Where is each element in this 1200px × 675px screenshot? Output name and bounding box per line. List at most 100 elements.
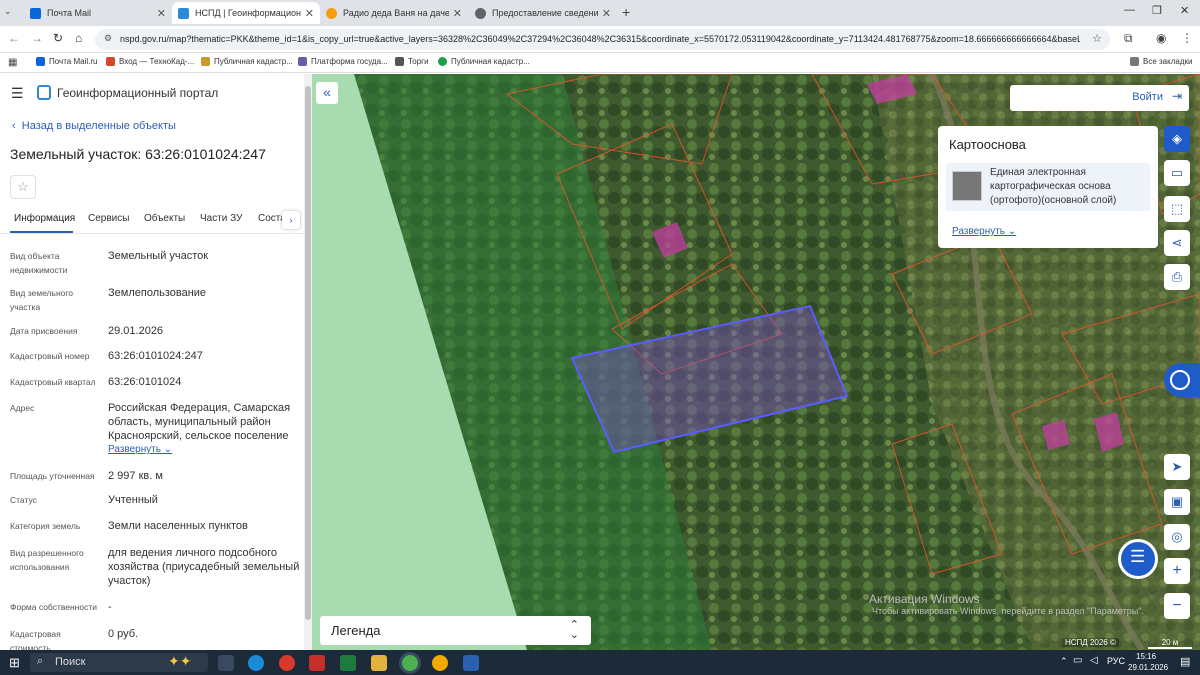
chat-button[interactable]: ☰ [1118,539,1158,579]
site-info-icon[interactable]: ⚙ [104,33,112,44]
hamburger-menu-icon[interactable]: ☰ [11,85,24,102]
tab-list-chevron-icon[interactable]: ⌄ [4,6,12,17]
measure-ruler-icon[interactable]: ▭ [1164,160,1190,186]
zoom-area-icon[interactable]: ⬚ [1164,196,1190,222]
tabs-scroll-right-icon[interactable]: › [282,211,300,229]
print-icon[interactable]: ⎙ [1164,264,1190,290]
search-label: Поиск [55,656,86,668]
field-value: 29.01.2026 [108,325,164,337]
basemap-option[interactable]: Единая электронная картографическая осно… [946,163,1150,211]
bookmark-star-icon[interactable]: ☆ [1092,32,1102,45]
bookmark-item[interactable]: Торги [395,57,429,66]
legend-label: Легенда [331,623,381,638]
field-value: 0 руб. [108,628,139,640]
volume-icon[interactable]: ◁ [1090,655,1098,666]
map-view[interactable]: « Войти ⇥ Картооснова Единая электронная… [312,74,1200,650]
file-explorer-icon[interactable] [371,655,387,671]
panel-scroll-thumb[interactable] [305,86,311,620]
basemap-title: Картооснова [949,137,1026,152]
active-tab-indicator [10,231,73,233]
zoom-out-icon[interactable]: − [1164,593,1190,619]
profile-icon[interactable]: ◉ [1156,31,1166,45]
assistant-tab[interactable] [1164,363,1200,397]
notifications-icon[interactable]: ▤ [1180,655,1190,668]
back-link[interactable]: ‹ Назад в выделенные объекты [12,120,176,132]
bookmark-item[interactable]: Почта Mail.ru [36,57,97,66]
copyright-label: НСПД 2026 © [1062,638,1119,647]
tab-nspd[interactable]: НСПД | Геоинформационный ✕ [172,2,320,24]
url-field[interactable]: ⚙ nspd.gov.ru/map?thematic=PKK&theme_id=… [95,29,1110,50]
info-tabs: Информация Сервисы Объекты Части ЗУ Сост… [0,208,312,234]
extensions-icon[interactable]: ⧉ [1124,31,1133,46]
sort-chevrons-icon: ⌃ ⌄ [569,619,579,641]
tab-objects[interactable]: Объекты [144,213,185,224]
bookmark-item[interactable]: Платформа госуда... [298,57,388,66]
login-button[interactable]: Войти ⇥ [1010,85,1189,111]
minimize-icon[interactable]: — [1124,4,1135,16]
bookmark-item[interactable]: Вход — ТехноКад-... [106,57,194,66]
address-bar-row: ← → ↻ ⌂ ⚙ nspd.gov.ru/map?thematic=PKK&t… [0,26,1200,53]
app-icon[interactable] [309,655,325,671]
reload-icon[interactable]: ↻ [53,31,63,45]
tab-radio[interactable]: Радио деда Ваня на даче слуш ✕ [320,2,468,24]
close-tab-icon[interactable]: ✕ [157,7,166,20]
legend-bar[interactable]: Легенда ⌃ ⌄ [320,616,591,645]
home-icon[interactable]: ⌂ [75,31,82,45]
bookmark-item[interactable]: Публичная кадастр... [438,57,530,66]
tab-services[interactable]: Предоставление сведений из ✕ [469,2,617,24]
windows-taskbar: ⊞ ⌕ Поиск ✦✦ ⌃ ▭ ◁ РУС 15:16 29.01.2026 … [0,650,1200,675]
tab-services[interactable]: Сервисы [88,213,129,224]
address-expand-link[interactable]: Развернуть ⌄ [108,444,172,455]
layers-icon[interactable]: ◈ [1164,126,1190,152]
favorite-star-icon[interactable]: ☆ [10,175,36,199]
share-icon[interactable]: ⋖ [1164,230,1190,256]
portal-title: Геоинформационный портал [57,86,219,100]
radio-favicon-icon [326,7,337,19]
tray-chevron-icon[interactable]: ⌃ [1060,656,1068,667]
new-tab-plus-icon[interactable]: + [622,4,630,20]
close-tab-icon[interactable]: ✕ [453,7,462,20]
back-arrow-icon[interactable]: ← [8,31,20,45]
collapse-panel-icon[interactable]: « [316,82,338,104]
field-label: Категория земель [10,521,81,531]
close-tab-icon[interactable]: ✕ [305,7,314,20]
mail-favicon-icon [30,7,41,19]
forward-arrow-icon[interactable]: → [31,31,43,45]
edge-icon[interactable] [248,655,264,671]
chevron-down-icon: ⌄ [163,444,173,455]
chrome-icon[interactable] [402,655,418,671]
network-icon[interactable]: ▭ [1073,655,1082,666]
clock-time[interactable]: 15:16 [1136,652,1156,661]
field-label: Кадастровый номер [10,351,90,361]
clock-date[interactable]: 29.01.2026 [1128,663,1168,672]
tab-parts[interactable]: Части ЗУ [200,213,242,224]
tab-mail[interactable]: Почта Mail ✕ [24,2,172,24]
login-icon: ⇥ [1171,89,1182,103]
navigate-arrow-icon[interactable]: ➤ [1164,454,1190,480]
media-player-icon[interactable] [432,655,448,671]
word-icon[interactable] [463,655,479,671]
zoom-in-icon[interactable]: + [1164,558,1190,584]
language-indicator[interactable]: РУС [1107,656,1125,666]
yandex-icon[interactable] [279,655,295,671]
tab-information[interactable]: Информация [14,213,75,224]
tab-title: Предоставление сведений из [492,8,598,18]
close-tab-icon[interactable]: ✕ [602,7,611,20]
excel-icon[interactable] [340,655,356,671]
field-value: - [108,601,112,613]
bookmark-label: Платформа госуда... [311,57,388,66]
windows-start-icon[interactable]: ⊞ [9,655,20,671]
expand-label: Развернуть [952,226,1006,237]
menu-dots-icon[interactable]: ⋮ [1181,31,1193,45]
basemap-expand-link[interactable]: Развернуть ⌄ [952,226,1016,237]
task-view-icon[interactable] [218,655,234,671]
close-window-icon[interactable]: ✕ [1180,4,1189,17]
bookmark-item[interactable]: Публичная кадастр... [201,57,293,66]
location-pin-icon[interactable]: ◎ [1164,524,1190,550]
bookmark-label: Торги [408,57,429,66]
minimap-icon[interactable]: ▣ [1164,489,1190,515]
all-bookmarks[interactable]: Все закладки [1130,57,1192,66]
taskbar-search[interactable]: ⌕ Поиск ✦✦ [30,653,208,672]
apps-grid-icon[interactable]: ▦ [8,57,17,68]
maximize-icon[interactable]: ❐ [1152,4,1162,17]
